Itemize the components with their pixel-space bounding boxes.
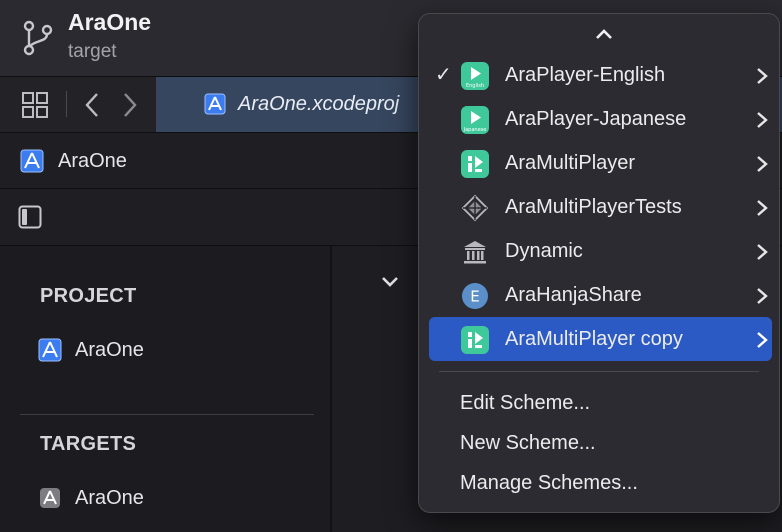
window-title: AraOne bbox=[68, 9, 152, 35]
project-item-label: AraOne bbox=[75, 339, 144, 361]
submenu-arrow-icon bbox=[757, 288, 768, 304]
chevron-right-icon[interactable] bbox=[120, 91, 140, 119]
project-section-header: PROJECT bbox=[40, 285, 137, 307]
scheme-menu: ✓ English AraPlayer-English Japanese Ara… bbox=[418, 13, 780, 513]
menu-divider bbox=[439, 371, 759, 372]
submenu-arrow-icon bbox=[757, 68, 768, 84]
scheme-item-arahanjashare[interactable]: E AraHanjaShare bbox=[429, 273, 772, 317]
sidebar-toggle-icon[interactable] bbox=[18, 205, 42, 229]
menu-item-label: AraHanjaShare bbox=[505, 284, 642, 306]
branch-icon bbox=[23, 20, 53, 56]
submenu-arrow-icon bbox=[757, 112, 768, 128]
play-japanese-icon: Japanese bbox=[461, 106, 489, 134]
scheme-item-dynamic[interactable]: Dynamic bbox=[429, 229, 772, 273]
extension-e-icon: E bbox=[462, 283, 488, 309]
submenu-arrow-icon bbox=[757, 244, 768, 260]
targets-section-header: TARGETS bbox=[40, 433, 137, 455]
tab-separator bbox=[66, 91, 67, 117]
chevron-left-icon[interactable] bbox=[82, 91, 102, 119]
grid-icon[interactable] bbox=[22, 92, 48, 118]
submenu-arrow-icon bbox=[757, 200, 768, 216]
library-icon bbox=[464, 241, 486, 264]
edit-scheme-menu-item[interactable]: Edit Scheme... bbox=[460, 392, 590, 415]
menu-item-label: Dynamic bbox=[505, 240, 583, 262]
window-subtitle: target bbox=[68, 41, 117, 62]
checkmark-icon: ✓ bbox=[435, 64, 452, 86]
jump-bar-item[interactable]: AraOne bbox=[58, 150, 127, 173]
tests-diamond-icon bbox=[461, 194, 489, 222]
menu-item-label: AraMultiPlayer bbox=[505, 152, 636, 174]
icon-letter: E bbox=[470, 288, 479, 306]
chevron-up-icon[interactable] bbox=[595, 27, 613, 41]
menu-item-label: AraPlayer-English bbox=[505, 64, 666, 86]
scheme-item-aramultiplayer-copy[interactable]: AraMultiPlayer copy bbox=[429, 317, 772, 361]
submenu-arrow-icon bbox=[757, 332, 768, 348]
project-file-icon bbox=[38, 338, 62, 362]
tab-label: AraOne.xcodeproj bbox=[238, 93, 400, 115]
project-file-icon bbox=[204, 93, 226, 115]
manage-schemes-menu-item[interactable]: Manage Schemes... bbox=[460, 472, 638, 495]
scheme-item-aramultiplayer[interactable]: AraMultiPlayer bbox=[429, 141, 772, 185]
scheme-item-araplayer-japanese[interactable]: Japanese AraPlayer-Japanese bbox=[429, 97, 772, 141]
project-file-icon bbox=[20, 149, 44, 173]
icon-caption: English bbox=[466, 83, 484, 89]
new-scheme-menu-item[interactable]: New Scheme... bbox=[460, 432, 596, 455]
chevron-down-icon[interactable] bbox=[380, 274, 400, 290]
scheme-item-araplayer-english[interactable]: ✓ English AraPlayer-English bbox=[429, 53, 772, 97]
panel-divider bbox=[20, 414, 314, 415]
app-target-icon bbox=[40, 488, 60, 508]
menu-item-label: AraMultiPlayer copy bbox=[505, 328, 683, 350]
play-english-icon: English bbox=[461, 62, 489, 90]
submenu-arrow-icon bbox=[757, 156, 768, 172]
scheme-item-aramultiplayertests[interactable]: AraMultiPlayerTests bbox=[429, 185, 772, 229]
target-item-label: AraOne bbox=[75, 487, 144, 509]
menu-item-label: AraPlayer-Japanese bbox=[505, 108, 687, 130]
menu-item-label: AraMultiPlayerTests bbox=[505, 196, 682, 218]
icon-caption: Japanese bbox=[463, 127, 487, 133]
project-targets-panel: PROJECT AraOne TARGETS AraOne bbox=[0, 246, 332, 532]
multiplayer-icon bbox=[461, 326, 489, 354]
multiplayer-icon bbox=[461, 150, 489, 178]
